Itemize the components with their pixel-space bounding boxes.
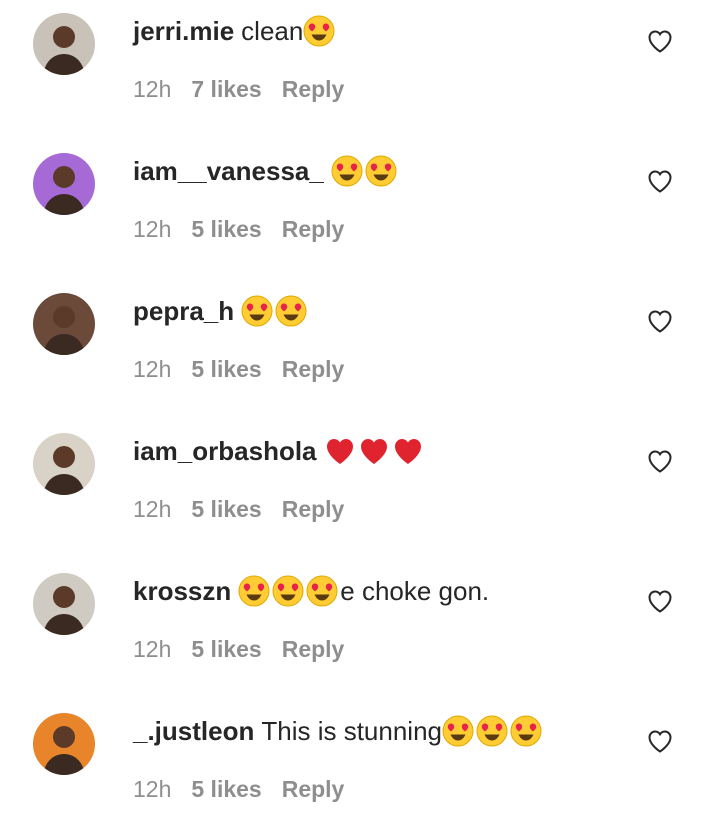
reply-button[interactable]: Reply (282, 216, 345, 243)
heart-eyes-emoji-icon (331, 155, 363, 187)
heart-eyes-emoji-icon (442, 715, 474, 747)
avatar[interactable] (33, 153, 95, 215)
like-count[interactable]: 5 likes (191, 496, 261, 523)
like-count[interactable]: 7 likes (191, 76, 261, 103)
comment-row: jerri.mie clean 12h 7 likes Reply (0, 0, 720, 140)
like-count[interactable]: 5 likes (191, 776, 261, 803)
comment-timestamp: 12h (133, 636, 172, 662)
reply-button[interactable]: Reply (282, 636, 345, 663)
comment-body: krosszn e choke gon. (133, 573, 489, 609)
comment-row: iam_orbashola 12h 5 likes Reply (0, 420, 720, 560)
comment-emojis (238, 575, 340, 607)
like-count[interactable]: 5 likes (191, 356, 261, 383)
avatar[interactable] (33, 293, 95, 355)
heart-eyes-emoji-icon (303, 15, 335, 47)
like-heart-icon[interactable] (646, 167, 674, 195)
like-heart-icon[interactable] (646, 307, 674, 335)
comment-emojis (303, 15, 337, 47)
reply-button[interactable]: Reply (282, 356, 345, 383)
comment-body: iam__vanessa_ (133, 153, 399, 189)
comment-row: _.justleon This is stunning 12h 5 likes Repl… (0, 700, 720, 840)
comment-meta: 12h 5 likes Reply (133, 636, 344, 663)
comment-timestamp: 12h (133, 776, 172, 802)
comment-username[interactable]: jerri.mie (133, 16, 234, 47)
reply-button[interactable]: Reply (282, 776, 345, 803)
comment-text: e choke gon. (340, 575, 490, 606)
comment-body: _.justleon This is stunning (133, 713, 544, 749)
comment-username[interactable]: _.justleon (133, 716, 254, 747)
comment-timestamp: 12h (133, 216, 172, 242)
red-heart-emoji-icon (324, 435, 356, 467)
comment-username[interactable]: iam__vanessa_ (133, 156, 324, 187)
heart-eyes-emoji-icon (275, 295, 307, 327)
like-count[interactable]: 5 likes (191, 216, 261, 243)
comment-username[interactable]: pepra_h (133, 296, 234, 327)
avatar[interactable] (33, 713, 95, 775)
comment-username[interactable]: iam_orbashola (133, 436, 317, 467)
comment-body: pepra_h (133, 293, 309, 329)
red-heart-emoji-icon (358, 435, 390, 467)
like-heart-icon[interactable] (646, 27, 674, 55)
comment-meta: 12h 5 likes Reply (133, 216, 344, 243)
like-heart-icon[interactable] (646, 587, 674, 615)
comment-timestamp: 12h (133, 496, 172, 522)
comment-username[interactable]: krosszn (133, 576, 231, 607)
heart-eyes-emoji-icon (306, 575, 338, 607)
comment-text: clean (241, 15, 304, 46)
like-count[interactable]: 5 likes (191, 636, 261, 663)
comment-meta: 12h 5 likes Reply (133, 496, 344, 523)
heart-eyes-emoji-icon (272, 575, 304, 607)
comment-meta: 12h 5 likes Reply (133, 776, 344, 803)
comment-meta: 12h 5 likes Reply (133, 356, 344, 383)
comment-row: krosszn e choke gon. 12h 5 likes Reply (0, 560, 720, 700)
reply-button[interactable]: Reply (282, 496, 345, 523)
comment-meta: 12h 7 likes Reply (133, 76, 344, 103)
comment-timestamp: 12h (133, 356, 172, 382)
like-heart-icon[interactable] (646, 727, 674, 755)
red-heart-emoji-icon (392, 435, 424, 467)
comment-timestamp: 12h (133, 76, 172, 102)
reply-button[interactable]: Reply (282, 76, 345, 103)
comment-body: iam_orbashola (133, 433, 426, 469)
comment-emojis (324, 435, 426, 467)
avatar[interactable] (33, 433, 95, 495)
comment-body: jerri.mie clean (133, 13, 337, 49)
avatar[interactable] (33, 573, 95, 635)
heart-eyes-emoji-icon (510, 715, 542, 747)
comment-row: iam__vanessa_ 12h 5 likes Reply (0, 140, 720, 280)
heart-eyes-emoji-icon (238, 575, 270, 607)
comment-emojis (241, 295, 309, 327)
comment-row: pepra_h 12h 5 likes Reply (0, 280, 720, 420)
heart-eyes-emoji-icon (365, 155, 397, 187)
heart-eyes-emoji-icon (241, 295, 273, 327)
comment-text: This is stunning (261, 715, 443, 746)
like-heart-icon[interactable] (646, 447, 674, 475)
avatar[interactable] (33, 13, 95, 75)
heart-eyes-emoji-icon (476, 715, 508, 747)
comment-emojis (331, 155, 399, 187)
comment-emojis (442, 715, 544, 747)
